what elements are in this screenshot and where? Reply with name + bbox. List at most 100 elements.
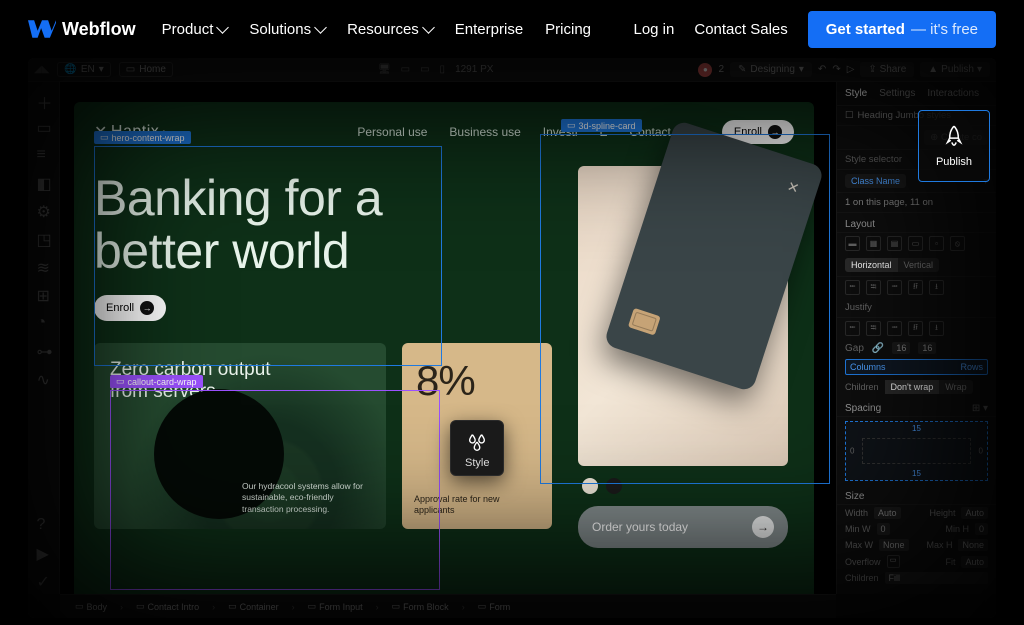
align-start-icon[interactable]: ⭰ (845, 280, 860, 295)
viewport-desktop-icon[interactable]: 🖥 (378, 64, 391, 75)
gap-col-input[interactable]: 16 (892, 342, 910, 354)
justify-end-icon[interactable]: ⭲ (887, 321, 902, 336)
cols-rows-highlight[interactable]: ColumnsRows (845, 359, 988, 375)
align-center-icon[interactable]: ⭾ (866, 280, 881, 295)
align-baseline-icon[interactable]: ⭳ (929, 280, 944, 295)
site-nav-business[interactable]: Business use (449, 125, 520, 139)
display-flex-icon[interactable]: ▦ (866, 236, 881, 251)
login-link[interactable]: Log in (633, 21, 674, 38)
minw-input[interactable]: 0 (877, 523, 890, 535)
align-stretch-icon[interactable]: ⭿ (908, 280, 923, 295)
approval-rate: 8% (416, 357, 475, 405)
swatch-dark[interactable] (606, 478, 622, 494)
pages-icon[interactable]: ▭ (37, 118, 51, 132)
maxw-input[interactable]: None (879, 539, 909, 551)
crumb-container[interactable]: ▭ Container (221, 598, 286, 615)
chevron-down-icon (314, 21, 327, 34)
tab-settings[interactable]: Settings (879, 88, 915, 99)
viewport-laptop-icon[interactable]: ▭ (420, 64, 429, 75)
spacing-editor[interactable]: 15 15 0 0 (845, 421, 988, 481)
publish-callout[interactable]: Publish (918, 110, 990, 182)
crumb-form[interactable]: ▭ Form (471, 598, 518, 615)
display-inlineblock-icon[interactable]: ▭ (908, 236, 923, 251)
variables-icon[interactable]: ⚙ (37, 202, 51, 216)
site-nav-personal[interactable]: Personal use (357, 125, 427, 139)
collaborator-avatar[interactable]: ● (698, 63, 712, 77)
gap-row-input[interactable]: 16 (918, 342, 936, 354)
page-selector[interactable]: ▭ Home (119, 62, 173, 77)
fit-input[interactable]: Auto (961, 556, 988, 568)
minh-input[interactable]: 0 (975, 523, 988, 535)
approval-label: Approval rate for new applicants (414, 494, 504, 517)
tab-interactions[interactable]: Interactions (927, 88, 979, 99)
components-icon[interactable]: ◧ (37, 174, 51, 188)
apps-icon[interactable]: ∿ (37, 370, 51, 384)
justify-center-icon[interactable]: ⭾ (866, 321, 881, 336)
swatch-light[interactable] (582, 478, 598, 494)
site-nav-education[interactable]: E (599, 125, 607, 139)
align-end-icon[interactable]: ⭲ (887, 280, 902, 295)
height-input[interactable]: Auto (961, 507, 988, 519)
audit-icon[interactable]: ✓ (37, 572, 51, 586)
collaborator-count: 2 (718, 64, 724, 75)
language-selector[interactable]: 🌐 EN ▾ (57, 62, 110, 77)
nav-resources[interactable]: Resources (347, 21, 433, 38)
order-button[interactable]: Order yours today → (578, 506, 788, 548)
style-popover[interactable]: Style (450, 420, 504, 476)
navigator-icon[interactable]: ≡ (37, 146, 51, 160)
justify-between-icon[interactable]: ⭿ (908, 321, 923, 336)
wrap-toggle[interactable]: Don't wrapWrap (885, 380, 973, 394)
ecommerce-icon[interactable]: ⊞ (37, 286, 51, 300)
nav-enterprise[interactable]: Enterprise (455, 21, 523, 38)
children-fill-input[interactable]: Fill (885, 572, 988, 584)
nav-solutions[interactable]: Solutions (249, 21, 325, 38)
display-none-icon[interactable]: ⦸ (950, 236, 965, 251)
rocket-icon (941, 124, 967, 150)
display-block-icon[interactable]: ▬ (845, 236, 860, 251)
direction-toggle[interactable]: HorizontalVertical (845, 258, 939, 272)
webflow-mini-logo-icon[interactable]: ◢◣ (34, 64, 49, 75)
site-nav-investing[interactable]: Investi (543, 125, 578, 139)
get-started-button[interactable]: Get started— it's free (808, 11, 996, 48)
designer-canvas[interactable]: ✕Haptix• Personal use Business use Inves… (60, 82, 836, 594)
assets-icon[interactable]: ◳ (37, 230, 51, 244)
crumb-form-input[interactable]: ▭ Form Input (301, 598, 370, 615)
publish-callout-label: Publish (936, 156, 972, 168)
cms-icon[interactable]: ≋ (37, 258, 51, 272)
display-grid-icon[interactable]: ▤ (887, 236, 902, 251)
help-icon[interactable]: ? (37, 516, 51, 530)
contact-sales-link[interactable]: Contact Sales (694, 21, 787, 38)
maxh-input[interactable]: None (958, 539, 988, 551)
mode-switch[interactable]: ✎ Designing ▾ (730, 62, 812, 77)
publish-button[interactable]: ▲ Publish ▾ (920, 62, 990, 77)
display-inline-icon[interactable]: ▫ (929, 236, 944, 251)
crumb-contact-intro[interactable]: ▭ Contact Intro (129, 598, 206, 615)
justify-around-icon[interactable]: ⭳ (929, 321, 944, 336)
webflow-logo[interactable]: Webflow (28, 19, 136, 40)
size-section-title: Size (837, 485, 996, 505)
redo-icon[interactable]: ↷ (832, 64, 840, 75)
enroll-button-hero[interactable]: Enroll→ (94, 295, 166, 321)
logic-icon[interactable]: ⊶ (37, 342, 51, 356)
tutorials-icon[interactable]: ▶ (37, 544, 51, 558)
users-icon[interactable]: ◔ (37, 314, 51, 328)
viewport-mobile-icon[interactable]: ▯ (440, 64, 446, 75)
add-icon[interactable]: ＋ (37, 90, 51, 104)
share-button[interactable]: ⇪ Share (860, 62, 914, 77)
callout-body: Our hydracool systems allow for sustaina… (242, 481, 372, 515)
gap-link-icon[interactable]: 🔗 (872, 343, 884, 354)
viewport-tablet-icon[interactable]: ▭ (401, 64, 410, 75)
tab-style[interactable]: Style (845, 88, 867, 99)
card-column: ✕ Order yours today → (578, 166, 788, 586)
undo-icon[interactable]: ↶ (818, 64, 826, 75)
arrow-right-icon: → (752, 516, 774, 538)
crumb-body[interactable]: ▭ Body (68, 598, 114, 615)
nav-pricing[interactable]: Pricing (545, 21, 591, 38)
overflow-visible-icon[interactable]: ▭ (887, 555, 900, 568)
preview-icon[interactable]: ▷ (847, 64, 855, 75)
nav-product[interactable]: Product (162, 21, 228, 38)
width-input[interactable]: Auto (874, 507, 901, 519)
justify-start-icon[interactable]: ⭰ (845, 321, 860, 336)
crumb-form-block[interactable]: ▭ Form Block (385, 598, 456, 615)
justify-row: ⭰ ⭾ ⭲ ⭿ ⭳ (837, 318, 996, 339)
